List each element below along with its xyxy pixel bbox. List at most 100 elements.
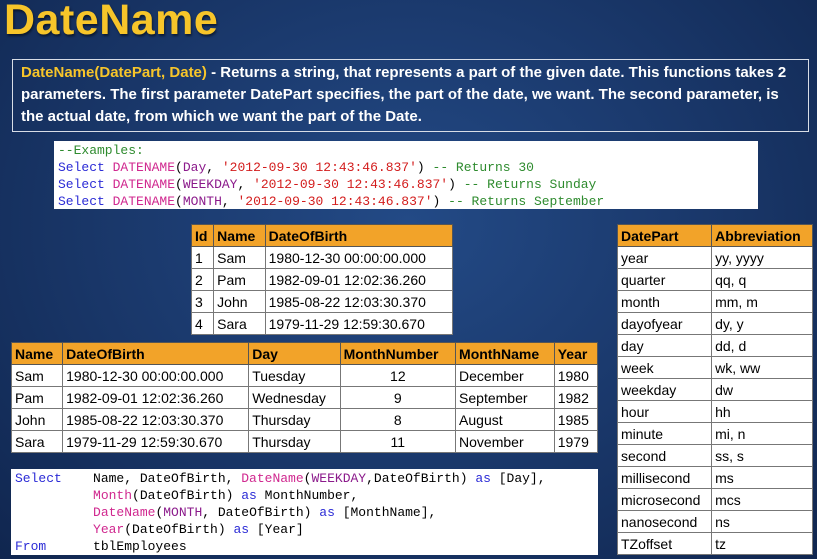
table-cell: dw — [711, 378, 813, 401]
column-header: MonthNumber — [339, 342, 457, 365]
datepart-row: hour hh — [616, 400, 813, 423]
result-row: Pam 1982-09-01 12:02:36.260 Wednesday 9 Sept… — [10, 386, 599, 409]
code-line-5: From tblEmployees — [15, 539, 187, 554]
code-line-4: Year(DateOfBirth) as [Year] — [93, 522, 304, 537]
table-cell: 12 — [339, 364, 457, 387]
datepart-row: week wk, ww — [616, 356, 813, 379]
select-query-code-block: Select Name, DateOfBirth, DateName(WEEKD… — [11, 469, 598, 555]
table-cell: microsecond — [616, 488, 713, 511]
table-cell: Sam — [213, 246, 266, 269]
datepart-row: day dd, d — [616, 334, 813, 357]
datepart-table: DatePart Abbreviation year yy, yyyy quarter… — [616, 224, 813, 555]
table-cell: 1979 — [553, 430, 599, 453]
code-line-1: Select Name, DateOfBirth, DateName(WEEKD… — [15, 471, 546, 486]
table-cell: hh — [711, 400, 813, 423]
column-header: Name — [213, 224, 266, 247]
table-cell: 2 — [190, 268, 215, 291]
column-header: Year — [553, 342, 599, 365]
employees-table-header: Id Name DateOfBirth — [190, 224, 454, 247]
table-cell: hour — [616, 400, 713, 423]
table-cell: dayofyear — [616, 312, 713, 335]
employees-table-body: 1 Sam 1980-12-30 00:00:00.000 2 Pam 1982-09-0… — [190, 246, 454, 335]
table-cell: weekday — [616, 378, 713, 401]
table-cell: 1982-09-01 12:02:36.260 — [62, 386, 250, 409]
datepart-row: microsecond mcs — [616, 488, 813, 511]
table-cell: nanosecond — [616, 510, 713, 533]
datepart-row: dayofyear dy, y — [616, 312, 813, 335]
table-cell: August — [455, 408, 555, 431]
employees-table: Id Name DateOfBirth 1 Sam 1980-12-30 00:00:0… — [190, 224, 454, 335]
datepart-row: month mm, m — [616, 290, 813, 313]
table-cell: December — [455, 364, 555, 387]
datepart-row: year yy, yyyy — [616, 246, 813, 269]
table-cell: minute — [616, 422, 713, 445]
table-cell: Thursday — [248, 430, 341, 453]
datepart-row: minute mi, n — [616, 422, 813, 445]
table-cell: mm, m — [711, 290, 813, 313]
result-table-header: Name DateOfBirth Day MonthNumber MonthName Ye… — [10, 342, 599, 365]
column-header: Abbreviation — [711, 224, 813, 247]
datepart-row: quarter qq, q — [616, 268, 813, 291]
result-row: John 1985-08-22 12:03:30.370 Thursday 8 Augu… — [10, 408, 599, 431]
table-cell: ms — [711, 466, 813, 489]
result-row: Sara 1979-11-29 12:59:30.670 Thursday 11 Nov… — [10, 430, 599, 453]
employee-row: 1 Sam 1980-12-30 00:00:00.000 — [190, 246, 454, 269]
table-cell: Sam — [10, 364, 64, 387]
example-line: Select DATENAME(WEEKDAY, '2012-09-30 12:… — [58, 177, 597, 192]
table-cell: millisecond — [616, 466, 713, 489]
table-cell: quarter — [616, 268, 713, 291]
column-header: DateOfBirth — [264, 224, 454, 247]
example-line: Select DATENAME(Day, '2012-09-30 12:43:4… — [58, 160, 534, 175]
table-cell: year — [616, 246, 713, 269]
table-cell: month — [616, 290, 713, 313]
result-row: Sam 1980-12-30 00:00:00.000 Tuesday 12 Decem… — [10, 364, 599, 387]
column-header: DateOfBirth — [62, 342, 250, 365]
table-cell: ss, s — [711, 444, 813, 467]
column-header: Id — [190, 224, 215, 247]
table-cell: Pam — [213, 268, 266, 291]
code-line-2: Month(DateOfBirth) as MonthNumber, — [93, 488, 359, 503]
example-line: Select DATENAME(MONTH, '2012-09-30 12:43… — [58, 194, 605, 209]
examples-code-block: --Examples: Select DATENAME(Day, '2012-09… — [54, 141, 758, 209]
result-table: Name DateOfBirth Day MonthNumber MonthName Ye… — [10, 342, 599, 453]
table-cell: week — [616, 356, 713, 379]
table-cell: John — [10, 408, 64, 431]
table-cell: second — [616, 444, 713, 467]
datepart-table-body: year yy, yyyy quarter qq, q month mm, m dayofy… — [616, 246, 813, 555]
column-header: Name — [10, 342, 64, 365]
table-cell: 4 — [190, 312, 215, 335]
table-cell: yy, yyyy — [711, 246, 813, 269]
employee-row: 3 John 1985-08-22 12:03:30.370 — [190, 290, 454, 313]
datepart-table-header: DatePart Abbreviation — [616, 224, 813, 247]
table-cell: 11 — [339, 430, 457, 453]
table-cell: mi, n — [711, 422, 813, 445]
table-cell: Tuesday — [248, 364, 341, 387]
table-cell: Thursday — [248, 408, 341, 431]
result-table-body: Sam 1980-12-30 00:00:00.000 Tuesday 12 Decem… — [10, 364, 599, 453]
examples-lines: Select DATENAME(Day, '2012-09-30 12:43:4… — [58, 159, 754, 210]
employee-row: 4 Sara 1979-11-29 12:59:30.670 — [190, 312, 454, 335]
table-cell: 1980 — [553, 364, 599, 387]
examples-comment: --Examples: — [58, 143, 144, 158]
table-cell: Sara — [213, 312, 266, 335]
table-cell: 1985 — [553, 408, 599, 431]
table-cell: qq, q — [711, 268, 813, 291]
function-signature: DateName(DatePart, Date) — [21, 64, 207, 81]
datepart-row: nanosecond ns — [616, 510, 813, 533]
table-cell: 1985-08-22 12:03:30.370 — [62, 408, 250, 431]
table-cell: 1982 — [553, 386, 599, 409]
column-header: Day — [248, 342, 341, 365]
table-cell: 3 — [190, 290, 215, 313]
table-cell: 1982-09-01 12:02:36.260 — [264, 268, 454, 291]
table-cell: 9 — [339, 386, 457, 409]
table-cell: Pam — [10, 386, 64, 409]
table-cell: mcs — [711, 488, 813, 511]
table-cell: 1979-11-29 12:59:30.670 — [264, 312, 454, 335]
table-cell: dy, y — [711, 312, 813, 335]
table-cell: John — [213, 290, 266, 313]
description-box: DateName(DatePart, Date) - Returns a str… — [12, 59, 809, 132]
table-cell: 8 — [339, 408, 457, 431]
employee-row: 2 Pam 1982-09-01 12:02:36.260 — [190, 268, 454, 291]
datepart-row: second ss, s — [616, 444, 813, 467]
column-header: DatePart — [616, 224, 713, 247]
